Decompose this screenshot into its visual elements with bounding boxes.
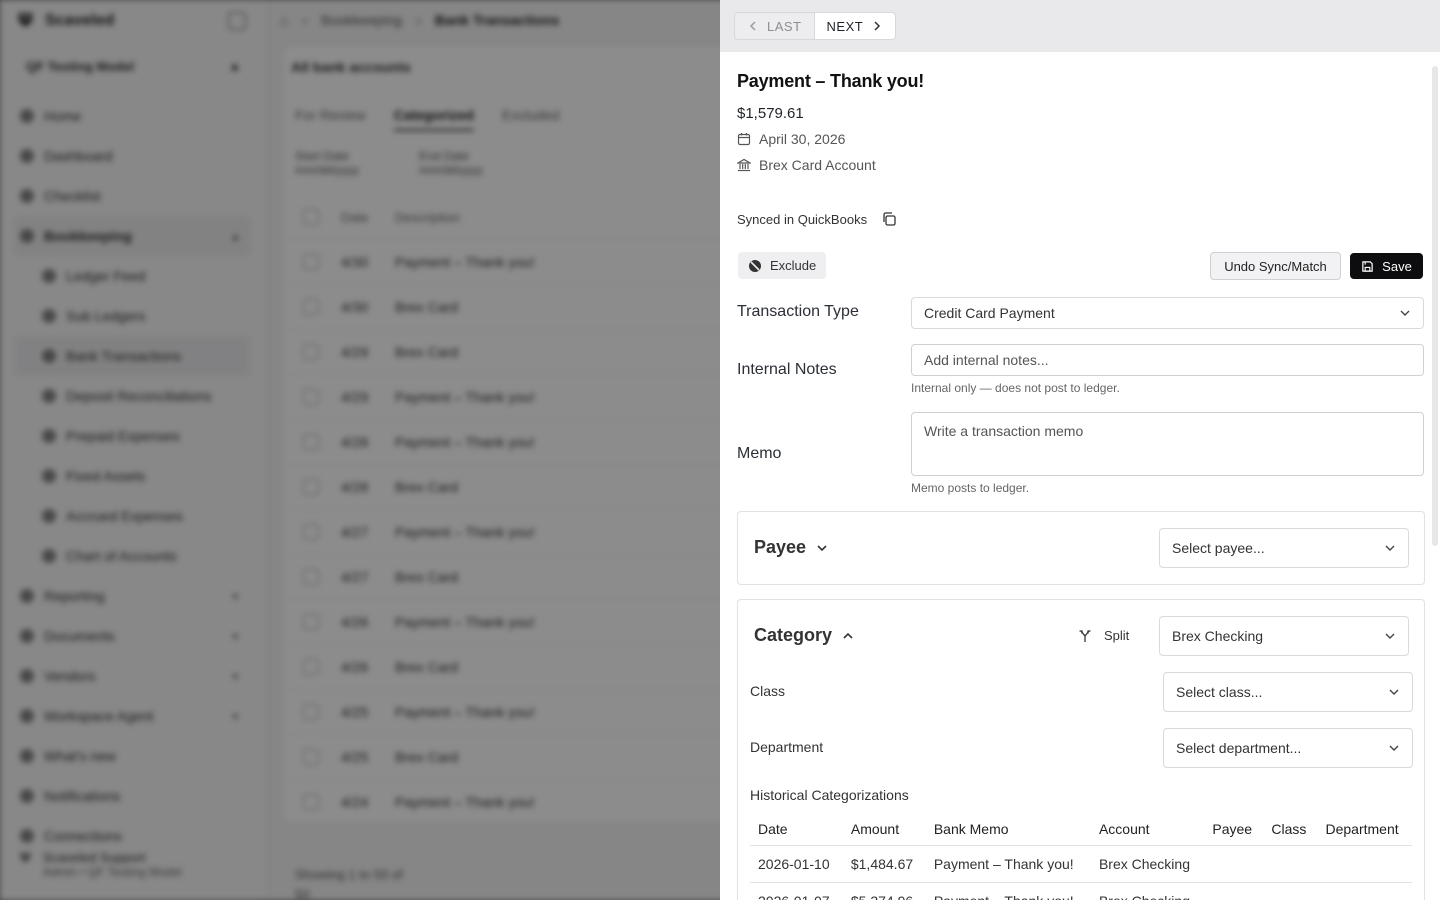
transaction-type-label: Transaction Type [737,303,859,320]
panel-header: LAST NEXT [720,0,1440,52]
undo-sync-match-button[interactable]: Undo Sync/Match [1210,252,1341,280]
transaction-date: April 30, 2026 [737,131,845,147]
payee-select[interactable]: Select payee... [1159,528,1409,568]
department-select[interactable]: Select department... [1163,728,1413,768]
last-button[interactable]: LAST [734,12,815,40]
pager: LAST NEXT [734,12,897,40]
internal-notes-help: Internal only — does not post to ledger. [911,381,1120,395]
chevron-down-icon [1389,745,1399,751]
column-payee: Payee [1204,813,1264,846]
chevron-up-icon [843,632,853,639]
table-cell: $1,484.67 [842,845,926,883]
table-cell: Brex Checking [1090,845,1205,883]
split-button[interactable]: Split [1078,628,1129,643]
copy-icon[interactable] [881,211,897,227]
class-label: Class [750,683,786,699]
chevron-left-icon [749,21,756,31]
sync-status-label: Synced in QuickBooks [737,211,868,227]
panel-scrollbar[interactable] [1432,66,1438,546]
table-cell: 2026-01-07 [750,882,843,900]
chevron-down-icon [1385,545,1395,551]
chevron-down-icon [1389,689,1399,695]
internal-notes-label: Internal Notes [737,361,837,378]
memo-textarea[interactable] [911,412,1424,476]
exclude-button[interactable]: Exclude [738,252,827,279]
historical-categorizations-table: Date Amount Bank Memo Account Payee Clas… [750,813,1412,900]
table-row[interactable]: 2026-01-10 $1,484.67 Payment – Thank you! B… [750,845,1412,883]
column-account: Account [1090,813,1205,846]
calendar-icon [737,133,751,146]
table-cell: $5,374.96 [842,882,926,900]
sync-status: Synced in QuickBooks [737,211,897,227]
bank-icon [737,158,751,172]
transaction-amount: $1,579.61 [737,105,804,122]
memo-label: Memo [737,445,782,462]
column-amount: Amount [842,813,926,846]
transaction-detail-panel: LAST NEXT Payment – Thank you! $1,579.61… [720,0,1440,900]
table-cell: 2026-01-10 [750,845,843,883]
transaction-type-select[interactable]: Credit Card Payment [911,297,1424,329]
block-icon [749,259,761,272]
class-select[interactable]: Select class... [1163,672,1413,712]
table-cell [1317,845,1412,883]
memo-help: Memo posts to ledger. [911,481,1030,495]
table-cell: Payment – Thank you! [925,845,1091,883]
historical-categorizations-title: Historical Categorizations [750,787,909,803]
chevron-down-icon [1400,310,1410,316]
category-section: Category Split Brex Checking Class Selec… [737,599,1425,900]
next-button[interactable]: NEXT [814,12,897,40]
column-department: Department [1317,813,1412,846]
split-icon [1079,629,1091,642]
chevron-down-icon [1385,633,1395,639]
category-account-select[interactable]: Brex Checking [1159,616,1409,656]
table-cell: Payment – Thank you! [925,882,1091,900]
table-cell [1263,845,1318,883]
table-row[interactable]: 2026-01-07$5,374.96Payment – Thank you!B… [750,882,1412,900]
column-bank-memo: Bank Memo [925,813,1091,846]
department-label: Department [750,739,824,755]
save-button[interactable]: Save [1350,253,1423,279]
transaction-account: Brex Card Account [737,157,876,173]
chevron-down-icon [817,544,827,551]
internal-notes-input[interactable] [911,344,1424,376]
table-cell [1263,882,1318,900]
table-header: Date Amount Bank Memo Account Payee Clas… [750,813,1412,846]
payee-toggle[interactable]: Payee [754,537,828,558]
category-toggle[interactable]: Category [754,625,854,646]
table-cell [1204,845,1264,883]
table-cell [1317,882,1412,900]
table-cell [1204,882,1264,900]
table-cell: Brex Checking [1090,882,1205,900]
table-body: 2026-01-10 $1,484.67 Payment – Thank you! B… [750,845,1412,900]
payee-section: Payee Select payee... [737,511,1425,585]
column-date: Date [750,813,843,846]
chevron-right-icon [874,21,881,31]
column-class: Class [1263,813,1318,846]
save-icon [1362,260,1373,272]
transaction-title: Payment – Thank you! [737,71,925,91]
